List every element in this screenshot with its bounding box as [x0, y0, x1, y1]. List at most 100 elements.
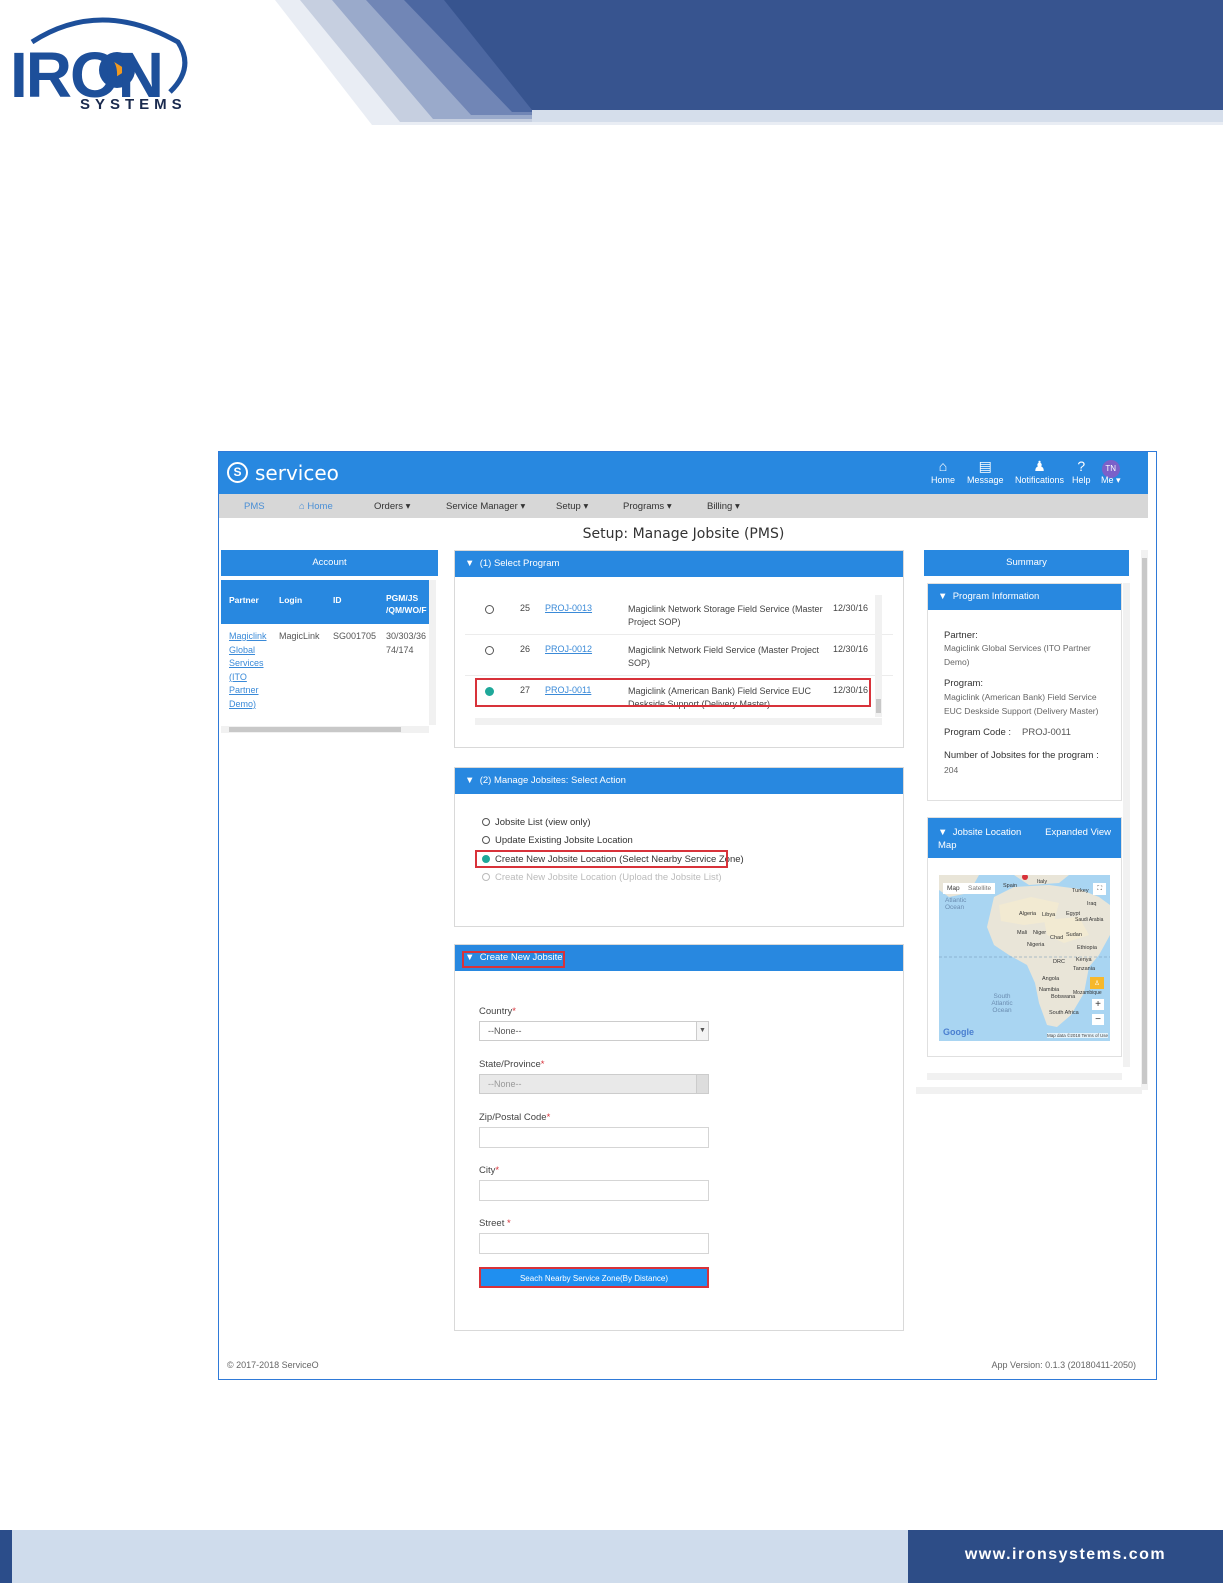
zip-input[interactable]: [479, 1127, 709, 1148]
action-update-jobsite[interactable]: Update Existing Jobsite Location: [482, 835, 633, 846]
account-counts: 30/303/36 74/174: [386, 631, 427, 655]
program-radio[interactable]: [485, 646, 494, 655]
map-label: Algeria: [1019, 911, 1037, 917]
select-program-panel: ▼ (1) Select Program 25 PROJ-0013 Magicl…: [454, 550, 904, 748]
program-row[interactable]: 25 PROJ-0013 Magiclink Network Storage F…: [465, 595, 893, 635]
menu-orders[interactable]: Orders ▾: [374, 501, 410, 512]
action-radio[interactable]: [482, 818, 490, 826]
program-code-label: Program Code :: [944, 727, 1012, 738]
program-value: Magiclink (American Bank) Field Service …: [944, 692, 1099, 716]
menu-billing[interactable]: Billing ▾: [707, 501, 740, 512]
serviceo-logo-icon[interactable]: S: [227, 462, 248, 483]
message-icon: ▤: [978, 458, 992, 474]
program-code-link[interactable]: PROJ-0012: [545, 644, 592, 654]
page-scrollbar-vertical[interactable]: [1141, 550, 1148, 1090]
state-label: State/Province*: [479, 1059, 545, 1070]
summary-scrollbar-horizontal[interactable]: [927, 1073, 1122, 1080]
program-scrollbar-vertical[interactable]: [875, 595, 882, 717]
footer-url-box: www.ironsystems.com: [908, 1530, 1223, 1583]
map-label: Sudan: [1066, 932, 1082, 938]
website-url[interactable]: www.ironsystems.com: [908, 1546, 1223, 1564]
program-info-header[interactable]: ▼ Program Information: [928, 584, 1121, 610]
summary-scrollbar-vertical[interactable]: [1123, 583, 1130, 1067]
account-partner-link[interactable]: Magiclink Global Services (ITO Partner D…: [229, 630, 277, 711]
menu-bar: PMS ⌂ Home Orders ▾ Service Manager ▾ Se…: [219, 494, 1148, 518]
map-label: Saudi Arabia: [1075, 917, 1104, 923]
topnav-me[interactable]: TN Me ▾: [1101, 458, 1121, 486]
search-nearby-zone-button[interactable]: Seach Nearby Service Zone(By Distance): [479, 1267, 709, 1288]
topnav-notifications[interactable]: ♟ Notifications: [1015, 458, 1064, 485]
program-row[interactable]: 26 PROJ-0012 Magiclink Network Field Ser…: [465, 636, 893, 676]
fullscreen-icon[interactable]: ⛶: [1093, 883, 1106, 895]
state-select[interactable]: --None--: [479, 1074, 709, 1094]
google-logo: Google: [943, 1027, 974, 1037]
menu-home[interactable]: ⌂ Home: [299, 501, 333, 512]
program-scrollbar-horizontal[interactable]: [475, 718, 882, 725]
brand-name[interactable]: serviceo: [255, 461, 339, 485]
map-label: Chad: [1050, 935, 1064, 941]
map-label: Turkey: [1072, 888, 1089, 894]
col-id[interactable]: ID: [333, 594, 342, 606]
action-radio[interactable]: [482, 836, 490, 844]
menu-pms[interactable]: PMS: [244, 501, 265, 512]
action-jobsite-list[interactable]: Jobsite List (view only): [482, 817, 591, 828]
manage-jobsites-header[interactable]: ▼ (2) Manage Jobsites: Select Action: [455, 768, 903, 794]
map-tab-map[interactable]: Map: [943, 883, 964, 894]
chevron-down-icon: ▼: [696, 1022, 708, 1040]
map-label: Niger: [1033, 930, 1047, 936]
street-view-pegman-icon[interactable]: ♙: [1090, 977, 1104, 989]
program-information-card: ▼ Program Information Partner: Magiclink…: [927, 583, 1122, 801]
page-scrollbar-horizontal[interactable]: [916, 1087, 1142, 1094]
account-panel: Account Partner Login ID PGM/JS /QM/WO/F…: [221, 550, 438, 740]
city-input[interactable]: [479, 1180, 709, 1201]
topnav-message[interactable]: ▤ Message: [967, 458, 1004, 485]
summary-header: Summary: [924, 550, 1129, 576]
map-label: Atlantic Ocean: [945, 897, 967, 911]
country-select[interactable]: --None-- ▼: [479, 1021, 709, 1041]
footer-accent-bar: [0, 1530, 12, 1583]
menu-programs[interactable]: Programs ▾: [623, 501, 672, 512]
letterhead-header: IRON SYSTEMS: [0, 0, 1223, 125]
program-radio[interactable]: [485, 605, 494, 614]
map-attribution[interactable]: Map data ©2018 Terms of Use: [1046, 1033, 1108, 1038]
map-label: South Atlantic Ocean: [991, 993, 1013, 1014]
street-input[interactable]: [479, 1233, 709, 1254]
copyright: © 2017-2018 ServiceO: [227, 1360, 319, 1370]
map-label: Kenya: [1076, 957, 1092, 963]
col-partner[interactable]: Partner: [229, 594, 259, 606]
map-label: DRC: [1053, 959, 1065, 965]
account-id: SG001705: [333, 631, 377, 641]
map-label: Ethiopia: [1077, 945, 1097, 951]
select-program-header[interactable]: ▼ (1) Select Program: [455, 551, 903, 577]
map-tab-satellite[interactable]: Satellite: [964, 883, 996, 894]
bell-icon: ♟: [1033, 458, 1046, 474]
program-code-link[interactable]: PROJ-0013: [545, 603, 592, 613]
account-scrollbar-horizontal[interactable]: [221, 726, 429, 733]
highlight-box: [475, 678, 871, 707]
map-label: Botswana: [1051, 994, 1076, 1000]
logo-subtitle: SYSTEMS: [80, 96, 187, 113]
zoom-in-button[interactable]: +: [1092, 999, 1104, 1010]
menu-service-manager[interactable]: Service Manager ▾: [446, 501, 525, 512]
help-icon: ?: [1077, 458, 1086, 474]
map-label: Angola: [1042, 976, 1060, 982]
zoom-out-button[interactable]: −: [1092, 1014, 1104, 1025]
street-label: Street *: [479, 1218, 511, 1229]
jobsites-count-value: 204: [944, 765, 959, 775]
app-screenshot: S serviceo ⌂ Home ▤ Message ♟ Notifications…: [218, 451, 1157, 1380]
map-title[interactable]: ▼ Jobsite Location Map: [938, 826, 1038, 852]
footer-band: [12, 1530, 908, 1583]
jobsite-map[interactable]: Map Satellite ⛶ Atlantic Ocean Algeria L…: [939, 875, 1110, 1041]
account-login: MagicLink: [279, 631, 320, 641]
col-counts[interactable]: PGM/JS /QM/WO/F: [386, 592, 429, 616]
map-label: South Africa: [1049, 1010, 1079, 1016]
menu-setup[interactable]: Setup ▾: [556, 501, 588, 512]
map-header: ▼ Jobsite Location Map Expanded View: [928, 818, 1121, 858]
col-login[interactable]: Login: [279, 594, 302, 606]
topnav-home[interactable]: ⌂ Home: [931, 458, 955, 485]
city-label: City*: [479, 1165, 500, 1176]
topnav-help[interactable]: ? Help: [1072, 458, 1091, 485]
expanded-view-link[interactable]: Expanded View: [1045, 826, 1111, 839]
map-label: Mozambique: [1073, 990, 1102, 996]
account-scrollbar-vertical[interactable]: [429, 580, 436, 725]
